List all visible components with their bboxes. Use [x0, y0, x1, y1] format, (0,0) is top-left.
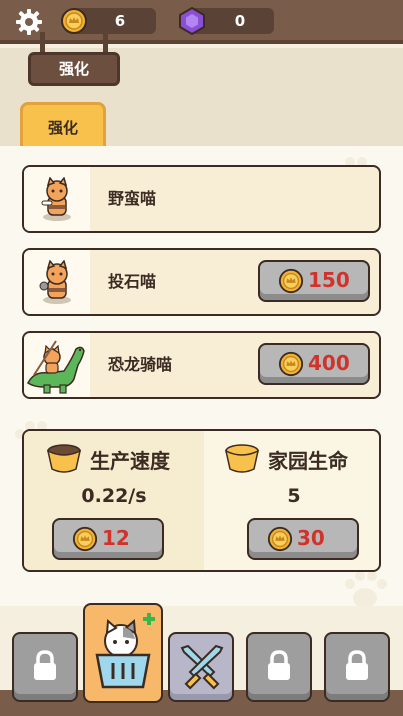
lock-icon: [346, 650, 368, 680]
coin-icon: [72, 526, 98, 552]
food-bowl-icon: [224, 444, 260, 473]
dock-slot-cat-basket[interactable]: [83, 603, 163, 703]
upgrade-button[interactable]: 150: [258, 260, 370, 302]
coin-count: 6: [114, 12, 126, 30]
stat-home-life-value: 5: [287, 485, 301, 507]
food-bowl-icon: [46, 444, 82, 473]
unit-row-barbarian[interactable]: 野蛮喵: [22, 165, 381, 233]
unit-thumb: [24, 250, 90, 314]
unit-name: 野蛮喵: [108, 189, 157, 208]
tab-upgrade[interactable]: 强化: [20, 102, 106, 148]
unit-thumb: [24, 167, 90, 231]
dock-slot-battle[interactable]: [168, 632, 234, 702]
unit-row-dino-rider[interactable]: 恐龙骑喵 400: [22, 331, 381, 399]
lock-icon: [268, 650, 290, 680]
stat-production-title: 生产速度: [90, 449, 170, 473]
stat-production-value: 0.22/s: [81, 485, 147, 507]
coin-icon: [278, 268, 304, 294]
upgrade-price: 400: [308, 351, 350, 375]
home-life-upgrade-button[interactable]: 30: [247, 518, 359, 560]
coin-icon: [278, 351, 304, 377]
page-title: 强化: [58, 60, 89, 78]
unit-thumb: [24, 333, 90, 397]
unit-row-stone-thrower[interactable]: 投石喵 150: [22, 248, 381, 316]
stats-box: 生产速度 0.22/s 12 家园生命 5 30: [22, 429, 381, 572]
coin-icon: [61, 8, 87, 34]
stone-thrower-cat-icon: [39, 260, 71, 304]
coin-icon: [267, 526, 293, 552]
production-upgrade-button[interactable]: 12: [52, 518, 164, 560]
home-life-price: 30: [297, 526, 325, 550]
unit-name: 投石喵: [108, 272, 157, 291]
tab-upgrade-label: 强化: [47, 119, 78, 137]
lock-icon: [34, 650, 56, 680]
dock-slot-locked[interactable]: [246, 632, 312, 702]
dock-slot-locked[interactable]: [324, 632, 390, 702]
stat-home-life-title: 家园生命: [268, 449, 348, 473]
upgrade-button[interactable]: 400: [258, 343, 370, 385]
gem-count: 0: [234, 12, 246, 30]
purple-gem-icon: [179, 6, 205, 36]
unit-name: 恐龙骑喵: [108, 355, 173, 374]
dino-rider-cat-icon: [27, 340, 85, 394]
crossed-swords-icon: [180, 644, 224, 690]
upgrade-price: 150: [308, 268, 350, 292]
barbarian-cat-icon: [41, 177, 71, 221]
page-sign: 强化: [28, 52, 120, 86]
cat-basket-icon: [95, 613, 155, 689]
dock-slot-locked[interactable]: [12, 632, 78, 702]
production-price: 12: [102, 526, 130, 550]
